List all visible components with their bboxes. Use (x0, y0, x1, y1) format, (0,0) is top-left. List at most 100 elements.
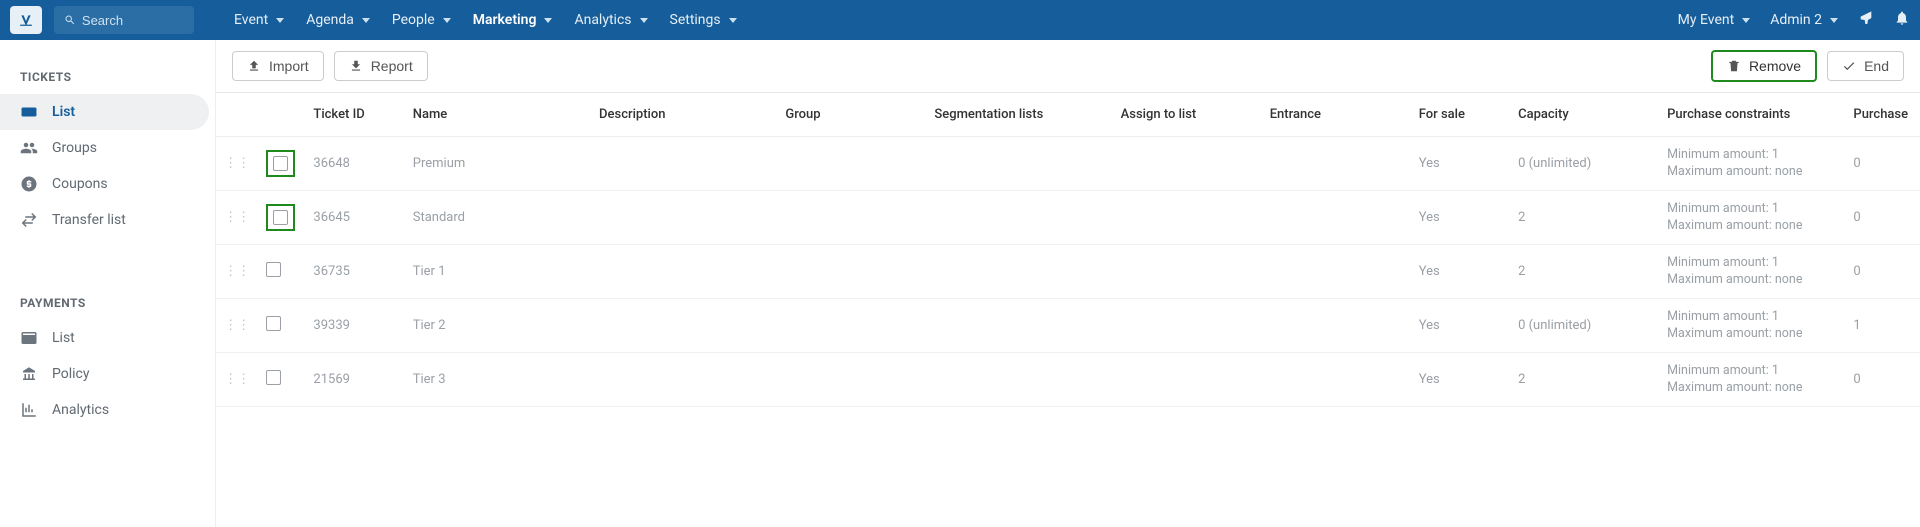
upload-icon (247, 59, 261, 73)
bank-icon (20, 365, 38, 383)
th-segmentation[interactable]: Segmentation lists (926, 93, 1112, 137)
th-capacity[interactable]: Capacity (1510, 93, 1659, 137)
table-row[interactable]: ⋮⋮39339Tier 2Yes0 (unlimited)Minimum amo… (216, 299, 1920, 353)
th-for-sale[interactable]: For sale (1411, 93, 1510, 137)
cell-capacity: 2 (1510, 353, 1659, 407)
user-menu[interactable]: Admin 2 (1770, 12, 1838, 28)
drag-handle-icon[interactable]: ⋮⋮ (224, 318, 250, 333)
cell-empty (777, 137, 926, 191)
bell-icon[interactable] (1894, 10, 1910, 30)
coin-icon (20, 175, 38, 193)
drag-handle-icon[interactable]: ⋮⋮ (224, 372, 250, 387)
constraint-min: Minimum amount: 1 (1667, 255, 1837, 271)
table-row[interactable]: ⋮⋮21569Tier 3Yes2Minimum amount: 1Maximu… (216, 353, 1920, 407)
card-icon (20, 329, 38, 347)
cell-name: Tier 1 (405, 245, 591, 299)
cell-empty (926, 137, 1112, 191)
end-button[interactable]: End (1827, 51, 1904, 81)
cell-forsale: Yes (1411, 245, 1510, 299)
end-label: End (1864, 58, 1889, 74)
constraint-max: Maximum amount: none (1667, 326, 1837, 342)
sidebar-item-groups[interactable]: Groups (0, 130, 215, 166)
nav-label: Marketing (473, 12, 537, 28)
sidebar-item-label: Policy (52, 366, 90, 382)
cell-empty (926, 191, 1112, 245)
report-button[interactable]: Report (334, 51, 428, 81)
th-ticket-id[interactable]: Ticket ID (305, 93, 404, 137)
user-menu-label: Admin 2 (1770, 12, 1822, 28)
sidebar-item-label: List (52, 104, 75, 120)
nav-people[interactable]: People (392, 12, 451, 28)
drag-handle-icon[interactable]: ⋮⋮ (224, 210, 250, 225)
nav-settings[interactable]: Settings (670, 12, 737, 28)
sidebar-item-policy[interactable]: Policy (0, 356, 215, 392)
chevron-down-icon (362, 18, 370, 23)
cell-id: 36648 (305, 137, 404, 191)
nav-label: Event (234, 12, 268, 28)
sidebar-section-tickets: TICKETS (0, 62, 215, 94)
import-button[interactable]: Import (232, 51, 324, 81)
cell-empty (777, 353, 926, 407)
cell-name: Tier 3 (405, 353, 591, 407)
report-label: Report (371, 58, 413, 74)
table-row[interactable]: ⋮⋮36645StandardYes2Minimum amount: 1Maxi… (216, 191, 1920, 245)
constraint-max: Maximum amount: none (1667, 380, 1837, 396)
top-nav: Event Agenda People Marketing Analytics Setti… (234, 12, 737, 28)
nav-analytics[interactable]: Analytics (574, 12, 647, 28)
cell-empty (1113, 245, 1262, 299)
cell-constraints: Minimum amount: 1Maximum amount: none (1659, 245, 1845, 299)
cell-purchase: 0 (1845, 353, 1920, 407)
event-selector[interactable]: My Event (1678, 12, 1751, 28)
th-group[interactable]: Group (777, 93, 926, 137)
sidebar-item-transfer-list[interactable]: Transfer list (0, 202, 215, 238)
drag-handle-icon[interactable]: ⋮⋮ (224, 156, 250, 171)
sidebar-item-list[interactable]: List (0, 94, 209, 130)
cell-empty (926, 299, 1112, 353)
row-checkbox[interactable] (266, 370, 281, 385)
sidebar-item-analytics[interactable]: Analytics (0, 392, 215, 428)
nav-marketing[interactable]: Marketing (473, 12, 553, 28)
sidebar-item-list[interactable]: List (0, 320, 215, 356)
constraint-min: Minimum amount: 1 (1667, 363, 1837, 379)
drag-handle-icon[interactable]: ⋮⋮ (224, 264, 250, 279)
cell-empty (1262, 191, 1411, 245)
row-checkbox[interactable] (266, 316, 281, 331)
table-row[interactable]: ⋮⋮36648PremiumYes0 (unlimited)Minimum am… (216, 137, 1920, 191)
sidebar-item-label: Groups (52, 140, 97, 156)
row-checkbox[interactable] (273, 156, 288, 171)
cell-empty (1113, 299, 1262, 353)
cell-empty (926, 245, 1112, 299)
th-constraints[interactable]: Purchase constraints (1659, 93, 1845, 137)
cell-purchase: 1 (1845, 299, 1920, 353)
constraint-max: Maximum amount: none (1667, 164, 1837, 180)
cell-id: 21569 (305, 353, 404, 407)
logo-icon (18, 13, 34, 27)
chevron-down-icon (1742, 18, 1750, 23)
search-field[interactable] (54, 6, 194, 34)
announce-icon[interactable] (1858, 10, 1874, 30)
remove-button[interactable]: Remove (1711, 50, 1817, 82)
ticket-icon (20, 103, 38, 121)
th-description[interactable]: Description (591, 93, 777, 137)
cell-empty (591, 353, 777, 407)
table-row[interactable]: ⋮⋮36735Tier 1Yes2Minimum amount: 1Maximu… (216, 245, 1920, 299)
sidebar: TICKETS List Groups CouponsTransfer list P… (0, 40, 216, 527)
th-entrance[interactable]: Entrance (1262, 93, 1411, 137)
row-checkbox[interactable] (273, 210, 288, 225)
cell-empty (777, 191, 926, 245)
chevron-down-icon (276, 18, 284, 23)
brand-logo[interactable] (10, 6, 42, 34)
constraint-min: Minimum amount: 1 (1667, 309, 1837, 325)
search-input[interactable] (82, 13, 184, 28)
constraint-max: Maximum amount: none (1667, 218, 1837, 234)
nav-event[interactable]: Event (234, 12, 284, 28)
nav-agenda[interactable]: Agenda (306, 12, 370, 28)
content-area: Import Report Remove End (216, 40, 1920, 527)
th-name[interactable]: Name (405, 93, 591, 137)
main-layout: TICKETS List Groups CouponsTransfer list P… (0, 40, 1920, 527)
cell-forsale: Yes (1411, 191, 1510, 245)
th-purchase[interactable]: Purchase (1845, 93, 1920, 137)
sidebar-item-coupons[interactable]: Coupons (0, 166, 215, 202)
th-assign[interactable]: Assign to list (1113, 93, 1262, 137)
row-checkbox[interactable] (266, 262, 281, 277)
